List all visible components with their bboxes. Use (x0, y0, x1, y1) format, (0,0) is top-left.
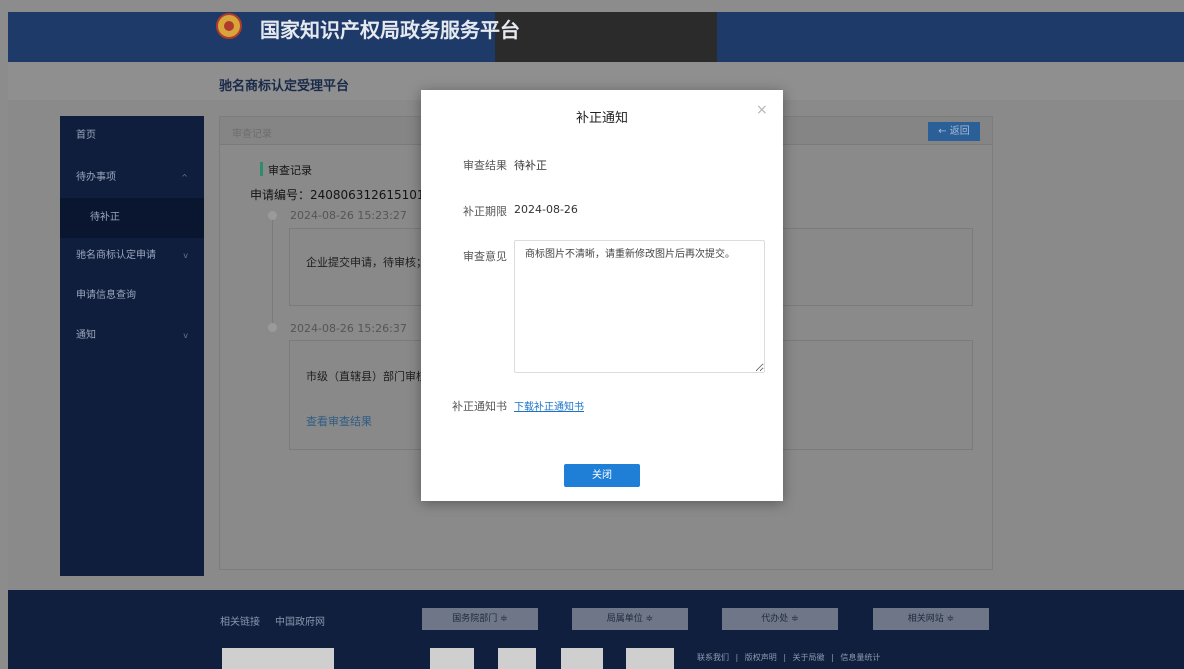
sidebar: 首页 待办事项 ^ 待补正 驰名商标认定申请 v 申请信息查询 通知 v (60, 116, 204, 576)
deadline-value: 2024-08-26 (514, 203, 578, 216)
sidebar-item-label: 通知 (76, 330, 96, 341)
close-icon[interactable]: × (756, 102, 768, 118)
footer-related-label: 相关链接 (220, 617, 260, 628)
footer-badge-icon (626, 648, 674, 669)
national-emblem-icon (216, 13, 242, 39)
sidebar-item-label: 待补正 (90, 212, 120, 223)
sidebar-item-todo[interactable]: 待办事项 ^ (60, 158, 204, 198)
sidebar-item-notifications[interactable]: 通知 v (60, 316, 204, 356)
download-notice-link[interactable]: 下载补正通知书 (514, 398, 584, 413)
correction-notice-dialog: 补正通知 × 审查结果 待补正 补正期限 2024-08-26 审查意见 商标图… (421, 90, 783, 501)
footer-gov-link[interactable]: 中国政府网 (275, 613, 325, 628)
record-section-title: 审查记录 (268, 164, 312, 177)
opinion-label: 审查意见 (463, 250, 507, 263)
footer-select-state-council[interactable]: 国务院部门 ≑ (422, 608, 538, 630)
timeline-dot (268, 211, 277, 220)
sidebar-item-label: 待办事项 (76, 172, 116, 183)
dialog-title: 补正通知 (575, 111, 628, 126)
chevron-down-icon: v (183, 251, 188, 260)
gov-site-badge-icon[interactable] (222, 648, 334, 669)
chevron-up-icon: ^ (181, 173, 188, 182)
sidebar-item-label: 首页 (76, 130, 96, 141)
page: 国家知识产权局政务服务平台 驰名商标认定受理平台 首页 待办事项 ^ 待补正 驰… (0, 0, 1184, 669)
result-label: 审查结果 (463, 159, 507, 172)
sidebar-item-label: 申请信息查询 (76, 290, 136, 301)
footer-bottom-links[interactable]: 联系我们 | 版权声明 | 关于局徽 | 信息量统计 (697, 652, 880, 663)
application-number: 申请编号：2408063126151012 (250, 188, 433, 202)
sidebar-item-home[interactable]: 首页 (60, 116, 204, 156)
result-value: 待补正 (514, 159, 547, 172)
close-button[interactable]: 关闭 (564, 464, 640, 487)
view-review-result-link[interactable]: 查看审查结果 (306, 413, 372, 429)
timeline-dot (268, 323, 277, 332)
back-button[interactable]: ← 返回 (928, 122, 980, 141)
footer-select-agencies[interactable]: 代办处 ≑ (722, 608, 838, 630)
timeline-time: 2024-08-26 15:23:27 (290, 209, 407, 222)
notice-label: 补正通知书 (452, 400, 507, 413)
timeline-time: 2024-08-26 15:26:37 (290, 322, 407, 335)
panel-header-label: 审查记录 (232, 129, 272, 140)
deadline-label: 补正期限 (463, 205, 507, 218)
sidebar-item-wellknown-application[interactable]: 驰名商标认定申请 v (60, 236, 204, 276)
header-overlay-block (495, 12, 717, 62)
platform-title: 驰名商标认定受理平台 (219, 79, 350, 94)
timeline-card-text: 市级（直辖县）部门审核 (306, 370, 427, 383)
timeline-card-text: 企业提交申请，待审核； (306, 256, 427, 269)
footer-select-related-sites[interactable]: 相关网站 ≑ (873, 608, 989, 630)
footer-logo-icon (430, 648, 474, 669)
sidebar-item-application-query[interactable]: 申请信息查询 (60, 276, 204, 316)
site-title[interactable]: 国家知识产权局政务服务平台 (260, 14, 520, 43)
footer-select-affiliated-units[interactable]: 局属单位 ≑ (572, 608, 688, 630)
section-accent-bar (260, 162, 263, 176)
sidebar-item-label: 驰名商标认定申请 (76, 250, 156, 261)
opinion-textarea[interactable]: 商标图片不清晰，请重新修改图片后再次提交。 (514, 240, 765, 373)
sidebar-item-pending-correction[interactable]: 待补正 (60, 198, 204, 238)
qr-code-icon (561, 648, 603, 669)
chevron-down-icon: v (183, 331, 188, 340)
timeline-line (272, 216, 273, 326)
qr-code-icon (498, 648, 536, 669)
